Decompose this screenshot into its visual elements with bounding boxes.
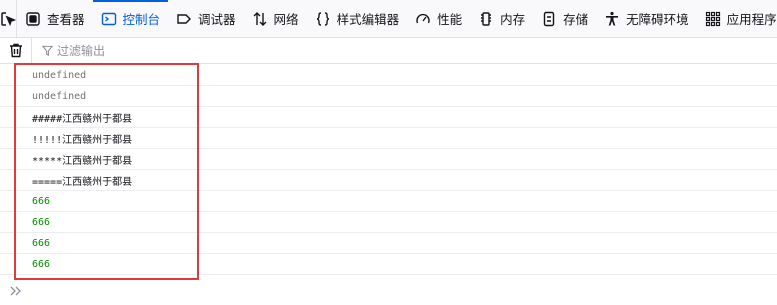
memory-icon bbox=[477, 10, 495, 28]
tab-console[interactable]: 控制台 bbox=[92, 0, 169, 38]
tab-network[interactable]: 网络 bbox=[244, 0, 307, 38]
console-message: 666 bbox=[0, 212, 777, 233]
tab-label: 查看器 bbox=[47, 12, 85, 27]
tab-label: 性能 bbox=[437, 12, 463, 27]
chevron-right-double-icon bbox=[10, 286, 21, 295]
console-output: undefined undefined #####江西赣州于都县 !!!!!江西… bbox=[0, 65, 777, 275]
tab-label: 无障碍环境 bbox=[626, 12, 689, 27]
console-filter-bar bbox=[0, 37, 777, 64]
console-message: #####江西赣州于都县 bbox=[0, 107, 777, 128]
element-picker-icon bbox=[1, 11, 16, 26]
tab-style-editor[interactable]: 样式编辑器 bbox=[307, 0, 408, 38]
performance-icon bbox=[414, 10, 432, 28]
style-editor-icon bbox=[314, 10, 332, 28]
tab-debugger[interactable]: 调试器 bbox=[168, 0, 244, 38]
filter-output-input[interactable] bbox=[57, 43, 257, 58]
console-input-prompt[interactable] bbox=[0, 276, 777, 305]
console-message: undefined bbox=[0, 65, 777, 86]
storage-icon bbox=[540, 10, 558, 28]
console-message: 666 bbox=[0, 191, 777, 212]
network-icon bbox=[251, 10, 269, 28]
tab-inspector[interactable]: 查看器 bbox=[17, 0, 93, 38]
filter-icon bbox=[42, 45, 53, 56]
debugger-icon bbox=[175, 10, 193, 28]
console-message: undefined bbox=[0, 86, 777, 107]
tab-label: 控制台 bbox=[122, 12, 161, 27]
tab-label: 应用程序 bbox=[726, 12, 777, 27]
tab-application[interactable]: 应用程序 bbox=[697, 0, 777, 38]
application-icon bbox=[704, 10, 722, 28]
console-message: *****江西赣州于都县 bbox=[0, 149, 777, 170]
devtools-toolbar: 查看器 控制台 调试器 网络 样式编辑器 性能 内存 存储 无障碍环境 应用程序 bbox=[0, 0, 777, 38]
clear-console-button[interactable] bbox=[0, 37, 32, 64]
tab-label: 内存 bbox=[500, 12, 526, 27]
tab-label: 样式编辑器 bbox=[336, 12, 400, 27]
tab-label: 网络 bbox=[273, 12, 299, 27]
accessibility-icon bbox=[603, 10, 621, 28]
console-icon bbox=[100, 10, 118, 28]
tab-memory[interactable]: 内存 bbox=[470, 0, 533, 38]
tab-performance[interactable]: 性能 bbox=[407, 0, 470, 38]
console-message: !!!!!江西赣州于都县 bbox=[0, 128, 777, 149]
tab-label: 存储 bbox=[563, 12, 589, 27]
inspector-icon bbox=[24, 10, 42, 28]
tab-storage[interactable]: 存储 bbox=[533, 0, 596, 38]
tab-label: 调试器 bbox=[198, 12, 236, 27]
tab-accessibility[interactable]: 无障碍环境 bbox=[596, 0, 697, 38]
trash-icon bbox=[9, 43, 22, 58]
console-message: 666 bbox=[0, 254, 777, 275]
console-message: 666 bbox=[0, 233, 777, 254]
console-message: =====江西赣州于都县 bbox=[0, 170, 777, 191]
element-picker-button[interactable] bbox=[0, 0, 17, 38]
filter-field bbox=[42, 43, 257, 58]
